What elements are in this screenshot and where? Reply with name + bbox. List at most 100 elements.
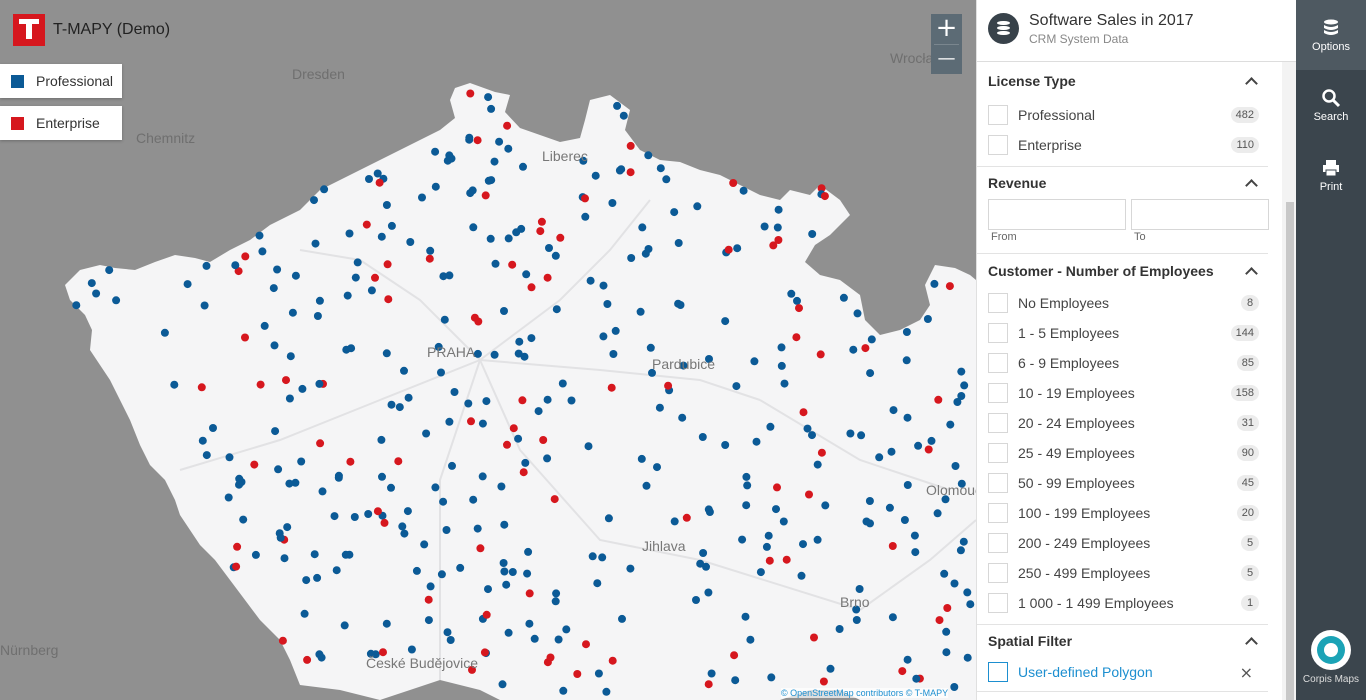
professional-customer-dot[interactable]	[495, 137, 504, 146]
professional-customer-dot[interactable]	[644, 151, 653, 160]
enterprise-customer-dot[interactable]	[425, 254, 434, 263]
professional-customer-dot[interactable]	[599, 281, 608, 290]
professional-customer-dot[interactable]	[382, 349, 391, 358]
professional-customer-dot[interactable]	[487, 104, 496, 113]
enterprise-customer-dot[interactable]	[373, 507, 382, 516]
professional-customer-dot[interactable]	[439, 497, 448, 506]
professional-customer-dot[interactable]	[406, 238, 415, 246]
filter-row-employees[interactable]: 20 - 24 Employees 31	[977, 408, 1268, 438]
enterprise-customer-dot[interactable]	[256, 380, 265, 389]
professional-customer-dot[interactable]	[808, 230, 817, 238]
professional-customer-dot[interactable]	[239, 515, 248, 524]
professional-customer-dot[interactable]	[523, 569, 532, 578]
professional-customer-dot[interactable]	[424, 616, 433, 625]
professional-customer-dot[interactable]	[270, 341, 279, 350]
map-attribution[interactable]: © OpenStreetMap contributors © T-MAPY	[781, 688, 949, 698]
professional-customer-dot[interactable]	[551, 251, 560, 260]
revenue-to-input[interactable]	[1131, 199, 1269, 230]
professional-customer-dot[interactable]	[646, 343, 655, 352]
professional-customer-dot[interactable]	[676, 301, 685, 309]
professional-customer-dot[interactable]	[313, 573, 322, 582]
professional-customer-dot[interactable]	[317, 653, 326, 662]
professional-customer-dot[interactable]	[498, 680, 507, 689]
checkbox[interactable]	[988, 353, 1008, 373]
professional-customer-dot[interactable]	[731, 676, 740, 685]
professional-customer-dot[interactable]	[903, 481, 912, 489]
enterprise-customer-dot[interactable]	[474, 317, 483, 326]
professional-customer-dot[interactable]	[852, 616, 861, 624]
filter-row-employees[interactable]: 50 - 99 Employees 45	[977, 468, 1268, 498]
enterprise-customer-dot[interactable]	[724, 245, 733, 254]
professional-customer-dot[interactable]	[889, 406, 898, 415]
professional-customer-dot[interactable]	[912, 674, 921, 683]
professional-customer-dot[interactable]	[627, 254, 636, 262]
professional-customer-dot[interactable]	[400, 366, 408, 375]
checkbox[interactable]	[988, 293, 1008, 313]
enterprise-customer-dot[interactable]	[581, 194, 589, 203]
professional-customer-dot[interactable]	[504, 628, 513, 637]
professional-customer-dot[interactable]	[914, 441, 923, 450]
professional-customer-dot[interactable]	[422, 429, 431, 438]
professional-customer-dot[interactable]	[956, 546, 965, 555]
professional-customer-dot[interactable]	[534, 407, 543, 416]
professional-customer-dot[interactable]	[698, 433, 707, 441]
enterprise-customer-dot[interactable]	[943, 604, 952, 612]
professional-customer-dot[interactable]	[315, 296, 324, 305]
professional-customer-dot[interactable]	[450, 388, 459, 396]
professional-customer-dot[interactable]	[803, 424, 812, 433]
professional-customer-dot[interactable]	[656, 164, 665, 173]
professional-customer-dot[interactable]	[653, 463, 661, 472]
professional-customer-dot[interactable]	[160, 328, 169, 337]
professional-customer-dot[interactable]	[311, 239, 320, 248]
professional-customer-dot[interactable]	[521, 458, 530, 467]
professional-customer-dot[interactable]	[442, 526, 451, 534]
scrollbar-thumb[interactable]	[1286, 202, 1294, 700]
professional-customer-dot[interactable]	[552, 589, 561, 598]
professional-customer-dot[interactable]	[426, 246, 435, 255]
professional-customer-dot[interactable]	[692, 596, 700, 604]
professional-customer-dot[interactable]	[318, 487, 327, 496]
professional-customer-dot[interactable]	[443, 156, 452, 165]
professional-customer-dot[interactable]	[330, 512, 339, 521]
professional-customer-dot[interactable]	[420, 540, 429, 549]
professional-customer-dot[interactable]	[940, 569, 949, 578]
professional-customer-dot[interactable]	[930, 279, 939, 288]
professional-customer-dot[interactable]	[431, 147, 440, 156]
polygon-filter-row[interactable]: User-defined Polygon ×	[977, 657, 1268, 687]
professional-customer-dot[interactable]	[515, 337, 524, 346]
professional-customer-dot[interactable]	[641, 249, 650, 258]
professional-customer-dot[interactable]	[332, 566, 341, 575]
professional-customer-dot[interactable]	[777, 343, 786, 352]
professional-customer-dot[interactable]	[514, 434, 523, 443]
professional-customer-dot[interactable]	[780, 379, 789, 388]
professional-customer-dot[interactable]	[588, 552, 597, 561]
professional-customer-dot[interactable]	[445, 417, 454, 426]
professional-customer-dot[interactable]	[826, 664, 835, 673]
enterprise-customer-dot[interactable]	[197, 383, 206, 392]
professional-customer-dot[interactable]	[554, 635, 563, 644]
professional-customer-dot[interactable]	[500, 567, 509, 576]
professional-customer-dot[interactable]	[593, 579, 602, 588]
enterprise-customer-dot[interactable]	[682, 513, 691, 522]
professional-customer-dot[interactable]	[446, 636, 455, 644]
professional-customer-dot[interactable]	[638, 223, 647, 232]
professional-customer-dot[interactable]	[484, 93, 493, 102]
professional-customer-dot[interactable]	[490, 157, 499, 166]
professional-customer-dot[interactable]	[857, 431, 866, 440]
enterprise-customer-dot[interactable]	[924, 445, 933, 454]
professional-customer-dot[interactable]	[271, 427, 280, 436]
professional-customer-dot[interactable]	[456, 563, 465, 572]
professional-customer-dot[interactable]	[637, 454, 646, 463]
professional-customer-dot[interactable]	[963, 653, 972, 662]
professional-customer-dot[interactable]	[887, 447, 896, 456]
enterprise-customer-dot[interactable]	[536, 227, 545, 236]
professional-customer-dot[interactable]	[865, 497, 874, 505]
professional-customer-dot[interactable]	[418, 193, 426, 202]
search-button[interactable]: Search	[1296, 70, 1366, 140]
professional-customer-dot[interactable]	[353, 258, 362, 267]
professional-customer-dot[interactable]	[613, 101, 622, 110]
filter-row-employees[interactable]: 250 - 499 Employees 5	[977, 558, 1268, 588]
professional-customer-dot[interactable]	[530, 634, 539, 643]
professional-customer-dot[interactable]	[497, 482, 506, 491]
enterprise-customer-dot[interactable]	[795, 304, 803, 313]
